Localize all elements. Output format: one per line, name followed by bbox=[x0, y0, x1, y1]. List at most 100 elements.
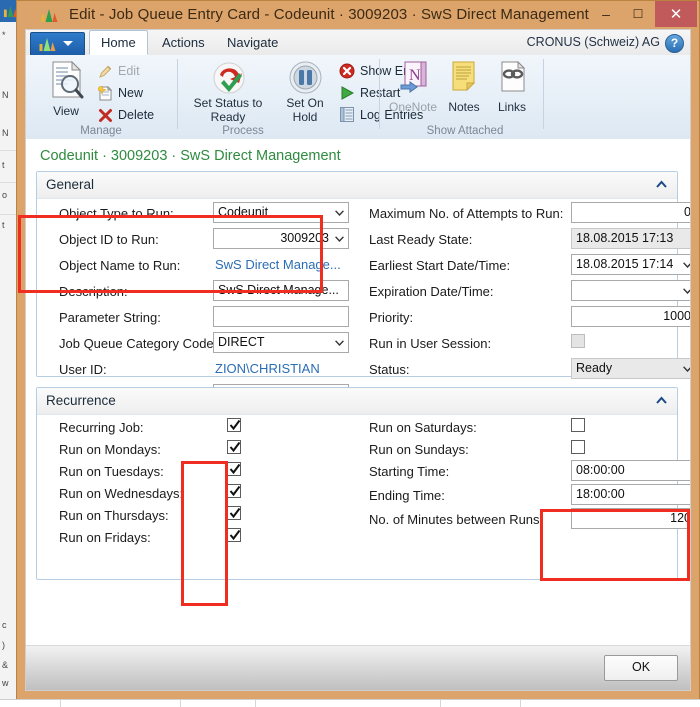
onenote-button[interactable]: N OneNote bbox=[386, 61, 440, 121]
field-label-starting-time: Starting Time: bbox=[369, 463, 449, 480]
delete-x-icon bbox=[98, 108, 113, 123]
field-input-description[interactable]: SwS Direct Manage... bbox=[213, 280, 349, 301]
fasttab-recurrence-header[interactable]: Recurrence bbox=[37, 388, 677, 415]
field-input-earliest-start[interactable]: 18.08.2015 17:14 bbox=[571, 254, 690, 275]
field-input-starting-time[interactable]: 08:00:00 bbox=[571, 460, 690, 481]
tab-home[interactable]: Home bbox=[89, 30, 148, 55]
checkbox-run-on-fridays[interactable] bbox=[227, 528, 241, 542]
field-value-starting-time: 08:00:00 bbox=[576, 461, 625, 480]
maximize-icon: ☐ bbox=[623, 1, 653, 27]
chevron-down-icon[interactable] bbox=[683, 366, 690, 372]
field-value-object-id-to-run: 3009203 bbox=[280, 229, 329, 248]
onenote-label: OneNote bbox=[389, 101, 437, 114]
ribbon: View Edit bbox=[26, 55, 690, 140]
chevron-up-icon[interactable] bbox=[656, 396, 667, 405]
screenshot-root: * N N t o t c ) & w Edit - Job Queue Ent… bbox=[0, 0, 700, 707]
notes-icon bbox=[451, 61, 478, 93]
help-icon[interactable]: ? bbox=[665, 34, 684, 53]
field-label-description: Description: bbox=[59, 283, 128, 300]
check-icon bbox=[229, 528, 241, 542]
field-input-object-type-to-run[interactable]: Codeunit bbox=[213, 202, 349, 223]
field-input-object-id-to-run[interactable]: 3009203 bbox=[213, 228, 349, 249]
chevron-down-icon[interactable] bbox=[335, 340, 344, 346]
checkbox-run-in-user-session[interactable] bbox=[571, 334, 585, 348]
checkbox-recurring-job[interactable] bbox=[227, 418, 241, 432]
set-status-to-ready-button[interactable]: Set Status to Ready bbox=[184, 61, 272, 125]
view-button[interactable]: View bbox=[38, 61, 94, 123]
field-input-ending-time[interactable]: 18:00:00 bbox=[571, 484, 690, 505]
ok-button[interactable]: OK bbox=[604, 655, 678, 681]
field-label-maximum-attempts: Maximum No. of Attempts to Run: bbox=[369, 205, 563, 222]
application-menu-button[interactable] bbox=[30, 32, 85, 56]
field-input-expiration[interactable] bbox=[571, 280, 690, 301]
chevron-down-icon[interactable] bbox=[683, 288, 690, 294]
background-text: t bbox=[2, 220, 5, 230]
field-input-minutes-between-runs[interactable]: 120 bbox=[571, 508, 690, 529]
checkbox-run-on-mondays[interactable] bbox=[227, 440, 241, 454]
tab-navigate[interactable]: Navigate bbox=[216, 30, 289, 55]
checkbox-run-on-tuesdays[interactable] bbox=[227, 462, 241, 476]
background-text: N bbox=[2, 90, 9, 100]
field-label-user-id: User ID: bbox=[59, 361, 107, 378]
field-input-maximum-attempts[interactable]: 0 bbox=[571, 202, 690, 223]
field-input-priority[interactable]: 1000 bbox=[571, 306, 690, 327]
links-button[interactable]: Links bbox=[488, 61, 536, 121]
pause-icon bbox=[289, 61, 322, 94]
new-document-icon bbox=[98, 86, 113, 101]
edit-button[interactable]: Edit bbox=[96, 61, 140, 82]
fasttab-general-header[interactable]: General bbox=[37, 172, 677, 199]
chevron-down-icon[interactable] bbox=[683, 262, 690, 268]
field-label-expiration: Expiration Date/Time: bbox=[369, 283, 494, 300]
field-value-job-queue-category-code: DIRECT bbox=[218, 333, 265, 352]
field-label-run-on-tuesdays: Run on Tuesdays: bbox=[59, 463, 164, 480]
minimize-button[interactable]: – bbox=[591, 1, 621, 27]
field-label-run-on-sundays: Run on Sundays: bbox=[369, 441, 469, 458]
taskbar[interactable] bbox=[0, 699, 700, 707]
window-titlebar[interactable]: Edit - Job Queue Entry Card - Codeunit ·… bbox=[17, 1, 699, 29]
notes-button[interactable]: Notes bbox=[440, 61, 488, 121]
background-text: * bbox=[2, 30, 6, 40]
checkbox-run-on-wednesdays[interactable] bbox=[227, 484, 241, 498]
ribbon-tab-strip: Home Actions Navigate CRONUS (Schweiz) A… bbox=[26, 30, 690, 56]
field-label-run-on-fridays: Run on Fridays: bbox=[59, 529, 151, 546]
close-button[interactable]: ✕ bbox=[655, 1, 697, 27]
field-value-user-id[interactable]: ZION\CHRISTIAN bbox=[215, 360, 320, 378]
field-input-job-queue-category-code[interactable]: DIRECT bbox=[213, 332, 349, 353]
checkbox-run-on-saturdays[interactable] bbox=[571, 418, 585, 432]
chevron-up-icon[interactable] bbox=[656, 180, 667, 189]
breadcrumb: Codeunit · 3009203 · SwS Direct Manageme… bbox=[40, 148, 341, 164]
background-text: c bbox=[2, 620, 7, 630]
svg-text:N: N bbox=[409, 67, 421, 84]
nav-app-icon bbox=[41, 7, 58, 23]
onenote-icon: N bbox=[399, 61, 429, 94]
chevron-down-icon[interactable] bbox=[335, 236, 344, 242]
checkbox-run-on-thursdays[interactable] bbox=[227, 506, 241, 520]
checkbox-run-on-sundays[interactable] bbox=[571, 440, 585, 454]
ribbon-group-process: Set Status to Ready Set On Hold bbox=[178, 55, 380, 139]
field-label-parameter-string: Parameter String: bbox=[59, 309, 161, 326]
field-label-earliest-start: Earliest Start Date/Time: bbox=[369, 257, 510, 274]
delete-button[interactable]: Delete bbox=[96, 105, 154, 126]
set-on-hold-label-2: Hold bbox=[293, 111, 318, 124]
maximize-button[interactable]: ☐ bbox=[623, 1, 653, 27]
field-label-object-id-to-run: Object ID to Run: bbox=[59, 231, 159, 248]
ribbon-group-manage-title: Manage bbox=[66, 125, 136, 137]
field-value-minutes-between-runs: 120 bbox=[670, 509, 690, 528]
field-input-parameter-string[interactable] bbox=[213, 306, 349, 327]
log-entries-icon bbox=[340, 107, 354, 122]
fasttab-recurrence-title: Recurrence bbox=[46, 388, 116, 414]
chevron-down-icon[interactable] bbox=[335, 210, 344, 216]
check-icon bbox=[229, 418, 241, 432]
field-value-object-name-to-run[interactable]: SwS Direct Manage... bbox=[215, 256, 341, 274]
links-icon bbox=[500, 61, 526, 93]
check-icon bbox=[229, 462, 241, 476]
fasttab-general: General Object Type to Run: Codeunit bbox=[36, 171, 678, 377]
set-on-hold-button[interactable]: Set On Hold bbox=[274, 61, 336, 125]
field-label-minutes-between-runs: No. of Minutes between Runs: bbox=[369, 511, 543, 528]
field-input-status[interactable]: Ready bbox=[571, 358, 690, 379]
background-text: ) bbox=[2, 640, 5, 650]
set-status-to-ready-label-1: Set Status to bbox=[194, 97, 263, 110]
field-value-maximum-attempts: 0 bbox=[684, 203, 690, 222]
new-button[interactable]: New bbox=[96, 83, 143, 104]
tab-actions[interactable]: Actions bbox=[151, 30, 216, 55]
